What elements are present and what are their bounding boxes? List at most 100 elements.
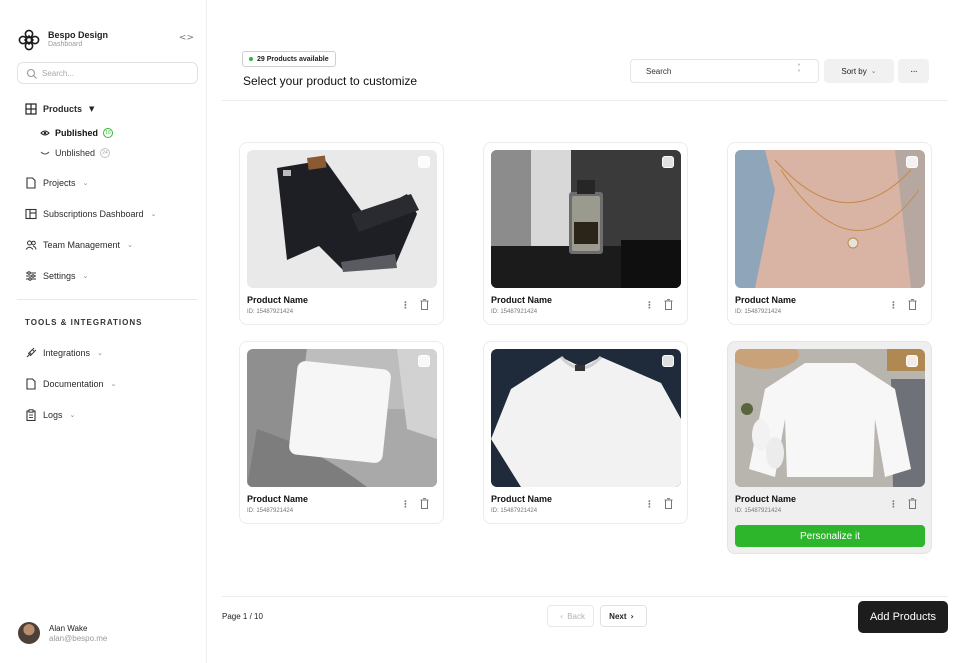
product-image-perfume — [491, 150, 681, 288]
pillow-image — [247, 349, 437, 487]
sidebar-item-documentation[interactable]: Documentation ⌄ — [25, 376, 116, 392]
jeans-image — [247, 150, 437, 288]
product-id: ID: 15487921424 — [247, 309, 294, 315]
sidebar-item-label: Products — [43, 104, 83, 114]
sidebar-item-label: Projects — [43, 178, 76, 188]
kebab-menu-icon[interactable]: ⋮ — [645, 300, 654, 311]
chevron-right-icon: › — [630, 611, 634, 621]
select-checkbox[interactable] — [418, 355, 430, 367]
sweater-image — [735, 349, 925, 487]
product-image-pillow — [247, 349, 437, 487]
sidebar-item-label: Integrations — [43, 348, 91, 358]
more-options-button[interactable]: ··· — [898, 59, 929, 83]
sidebar-item-label: Settings — [43, 271, 76, 281]
select-checkbox[interactable] — [418, 156, 430, 168]
product-image-sweater — [735, 349, 925, 487]
sidebar: Bespo Design Dashboard <> Products ▼ Pub… — [0, 0, 207, 663]
user-name: Alan Wake — [49, 624, 88, 633]
user-profile[interactable]: Alan Wake alan@bespo.me — [18, 621, 198, 645]
page-info: Page 1 / 10 — [222, 612, 263, 621]
product-card[interactable]: Product Name ID: 15487921424 ⋮ — [727, 142, 932, 325]
product-name: Product Name — [491, 295, 553, 305]
users-icon — [25, 240, 37, 250]
sidebar-item-label: Team Management — [43, 240, 121, 250]
product-card[interactable]: Product Name ID: 15487921424 ⋮ — [483, 142, 688, 325]
sidebar-item-settings[interactable]: Settings ⌄ — [25, 268, 88, 284]
kebab-menu-icon[interactable]: ⋮ — [889, 300, 898, 311]
sidebar-item-label: Logs — [43, 410, 63, 420]
select-checkbox[interactable] — [662, 156, 674, 168]
chevron-left-icon: ‹ — [560, 611, 564, 621]
personalize-button[interactable]: Personalize it — [735, 525, 925, 547]
trash-icon[interactable] — [664, 299, 673, 310]
chevron-down-icon: ⌄ — [69, 411, 76, 419]
sort-label: Sort by — [841, 66, 867, 76]
sidebar-item-team[interactable]: Team Management ⌄ — [25, 237, 133, 253]
back-label: Back — [567, 611, 585, 621]
kebab-menu-icon[interactable]: ⋮ — [645, 499, 654, 510]
collapse-sidebar-icon[interactable]: <> — [179, 33, 194, 43]
next-button[interactable]: Next › — [600, 605, 647, 627]
eye-icon — [40, 130, 50, 136]
document-icon — [26, 378, 36, 390]
trash-icon[interactable] — [420, 299, 429, 310]
sidebar-item-logs[interactable]: Logs ⌄ — [25, 407, 75, 423]
search-icon — [26, 68, 37, 79]
search-label: Search — [646, 67, 672, 76]
kebab-menu-icon[interactable]: ⋮ — [401, 300, 410, 311]
sidebar-search-input[interactable] — [42, 66, 192, 81]
trash-icon[interactable] — [420, 498, 429, 509]
sliders-icon — [26, 271, 36, 281]
necklace-image — [735, 150, 925, 288]
trash-icon[interactable] — [664, 498, 673, 509]
product-name: Product Name — [735, 494, 797, 504]
footer-divider — [222, 596, 948, 597]
add-products-button[interactable]: Add Products — [858, 601, 948, 633]
select-checkbox[interactable] — [662, 355, 674, 367]
sidebar-subitem-unpublished[interactable]: Unblished 24 — [40, 146, 111, 160]
sidebar-item-label: Subscriptions Dashboard — [43, 209, 144, 219]
select-checkbox[interactable] — [906, 355, 918, 367]
sidebar-divider — [17, 299, 197, 300]
sidebar-item-subscriptions[interactable]: Subscriptions Dashboard ⌄ — [25, 206, 156, 222]
badge-label: 29 Products available — [257, 55, 329, 63]
trash-icon[interactable] — [908, 498, 917, 509]
product-card[interactable]: Product Name ID: 15487921424 ⋮ — [239, 142, 444, 325]
sidebar-subitem-label: Published — [55, 128, 99, 138]
product-card[interactable]: Product Name ID: 15487921424 ⋮ — [239, 341, 444, 524]
product-card-selected[interactable]: Product Name ID: 15487921424 ⋮ Personali… — [727, 341, 932, 554]
product-id: ID: 15487921424 — [735, 508, 782, 514]
search-select[interactable]: Search ˄ ˅ — [630, 59, 819, 83]
product-image-tshirt — [491, 349, 681, 487]
eye-closed-icon — [40, 151, 50, 155]
chevron-down-icon: ⌄ — [82, 179, 89, 187]
clipboard-icon — [26, 409, 36, 421]
sort-button[interactable]: Sort by ⌄ — [824, 59, 894, 83]
product-name: Product Name — [247, 494, 309, 504]
product-id: ID: 15487921424 — [247, 508, 294, 514]
product-image-jeans — [247, 150, 437, 288]
status-dot — [249, 57, 253, 61]
document-icon — [26, 177, 36, 189]
header-divider — [222, 100, 948, 101]
trash-icon[interactable] — [908, 299, 917, 310]
sidebar-subitem-published[interactable]: Published 16 — [40, 126, 114, 140]
kebab-menu-icon[interactable]: ⋮ — [889, 499, 898, 510]
select-checkbox[interactable] — [906, 156, 918, 168]
product-name: Product Name — [247, 295, 309, 305]
plug-icon — [26, 347, 37, 358]
kebab-menu-icon[interactable]: ⋮ — [401, 499, 410, 510]
sidebar-item-projects[interactable]: Projects ⌄ — [25, 175, 88, 191]
sidebar-item-products[interactable]: Products ▼ — [25, 101, 94, 117]
sidebar-item-integrations[interactable]: Integrations ⌄ — [25, 345, 103, 361]
product-card[interactable]: Product Name ID: 15487921424 ⋮ — [483, 341, 688, 524]
sidebar-subitem-label: Unblished — [55, 148, 96, 158]
products-available-badge: 29 Products available — [242, 51, 336, 67]
back-button[interactable]: ‹ Back — [547, 605, 594, 627]
chevron-down-icon: ⌄ — [110, 380, 117, 388]
sidebar-search[interactable] — [17, 62, 198, 84]
sidebar-item-label: Documentation — [43, 379, 104, 389]
brand-name: Bespo Design — [48, 30, 109, 40]
more-icon: ··· — [910, 65, 918, 77]
count-badge: 24 — [100, 148, 111, 158]
